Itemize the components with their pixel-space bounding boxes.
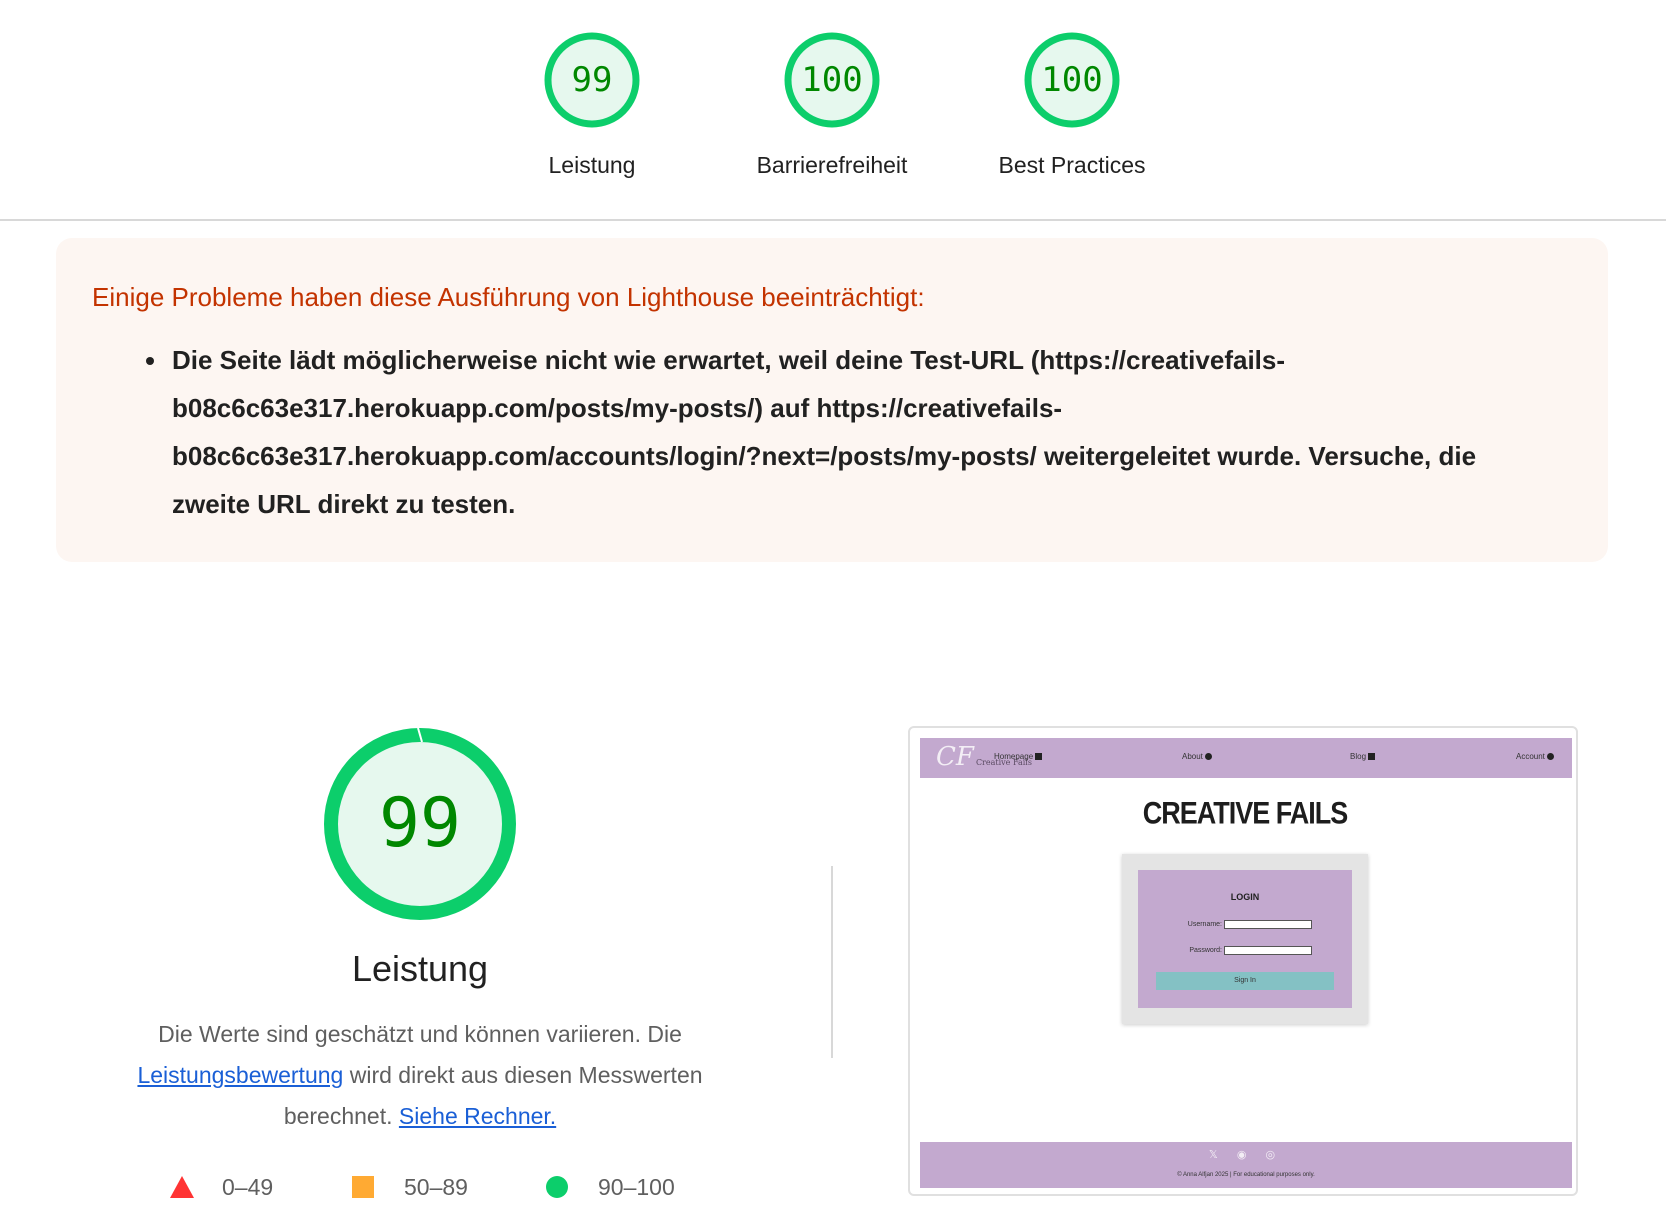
warning-list: Die Seite lädt möglicherweise nicht wie …: [146, 336, 1552, 528]
score-scale-legend: 0–49 50–89 90–100: [0, 1170, 800, 1204]
performance-description: Die Werte sind geschätzt und können vari…: [100, 1014, 740, 1137]
legend-range: 50–89: [404, 1174, 468, 1200]
performance-title: Leistung: [351, 948, 489, 989]
home-icon: [1035, 753, 1043, 761]
warning-item: Die Seite lädt möglicherweise nicht wie …: [146, 336, 1552, 528]
desc-text-1: Die Werte sind geschätzt und können vari…: [158, 1021, 682, 1047]
thumb-nav-label: Homepage: [994, 752, 1034, 761]
thumb-navbar: CF Creative Fails Homepage About Blog Acc…: [920, 738, 1572, 778]
thumb-nav-account: Account: [1516, 752, 1554, 761]
section-divider: [831, 866, 833, 1058]
triangle-icon: [170, 1176, 194, 1198]
thumb-password-row: Password:: [1138, 946, 1352, 958]
thumb-nav-about: About: [1182, 752, 1212, 761]
thumb-nav-homepage: Homepage: [994, 752, 1043, 761]
thumb-nav-label: About: [1182, 752, 1203, 761]
gauge-label: Barrierefreiheit: [756, 152, 908, 178]
info-icon: [1204, 753, 1212, 761]
gauge-score: 100: [1041, 60, 1103, 100]
gauge-score: 100: [801, 60, 863, 100]
warning-title: Einige Probleme haben diese Ausführung v…: [92, 282, 925, 312]
thumb-username-row: Username:: [1138, 920, 1352, 932]
score-ring: 100: [784, 32, 880, 128]
thumb-username-field: [1224, 920, 1312, 929]
legend-range: 0–49: [222, 1174, 274, 1200]
header-divider: [0, 219, 1666, 221]
thumb-heading: CREATIVE FAILS: [1142, 795, 1349, 831]
leistungsbewertung-link[interactable]: Leistungsbewertung: [137, 1062, 343, 1088]
thumb-sign-in-button: Sign In: [1156, 972, 1334, 990]
score-ring: 100: [1024, 32, 1120, 128]
gauge-score: 99: [571, 60, 613, 100]
score-gauges: 99 Leistung 100 Barrierefreiheit 100 Bes…: [0, 0, 1666, 220]
thumb-username-label: Username:: [1187, 921, 1222, 928]
thumb-password-field: [1224, 946, 1312, 955]
thumb-password-label: Password:: [1189, 947, 1222, 954]
square-icon: [352, 1176, 374, 1198]
thumb-footer: 𝕏 ◉ ◎ © Anna Alfjan 2025 | For education…: [920, 1142, 1572, 1188]
thumb-login-form: LOGIN Username: Password: Sign In: [1138, 870, 1352, 1008]
gauge-label: Best Practices: [998, 152, 1146, 178]
thumb-nav-label: Blog: [1350, 752, 1367, 761]
gauge-label: Leistung: [548, 152, 636, 178]
run-warnings-box: Einige Probleme haben diese Ausführung v…: [56, 238, 1608, 562]
thumb-form-title: LOGIN: [1230, 892, 1260, 902]
legend-range: 90–100: [598, 1174, 675, 1200]
performance-gauge: 99: [322, 726, 518, 922]
thumb-nav-label: Account: [1516, 752, 1545, 761]
blog-icon: [1368, 753, 1376, 761]
final-screenshot[interactable]: CF Creative Fails Homepage About Blog Acc…: [908, 726, 1578, 1196]
siehe-rechner-link[interactable]: Siehe Rechner.: [399, 1103, 556, 1129]
performance-score: 99: [379, 784, 461, 863]
thumb-login-card: LOGIN Username: Password: Sign In: [1122, 854, 1368, 1024]
score-ring: 99: [544, 32, 640, 128]
thumb-social-icons: 𝕏 ◉ ◎: [1208, 1149, 1284, 1161]
circle-icon: [546, 1176, 568, 1198]
thumb-copyright: © Anna Alfjan 2025 | For educational pur…: [1177, 1172, 1315, 1178]
thumb-logo-mark: CF: [936, 742, 974, 772]
user-icon: [1546, 753, 1554, 761]
thumb-nav-blog: Blog: [1350, 752, 1376, 761]
